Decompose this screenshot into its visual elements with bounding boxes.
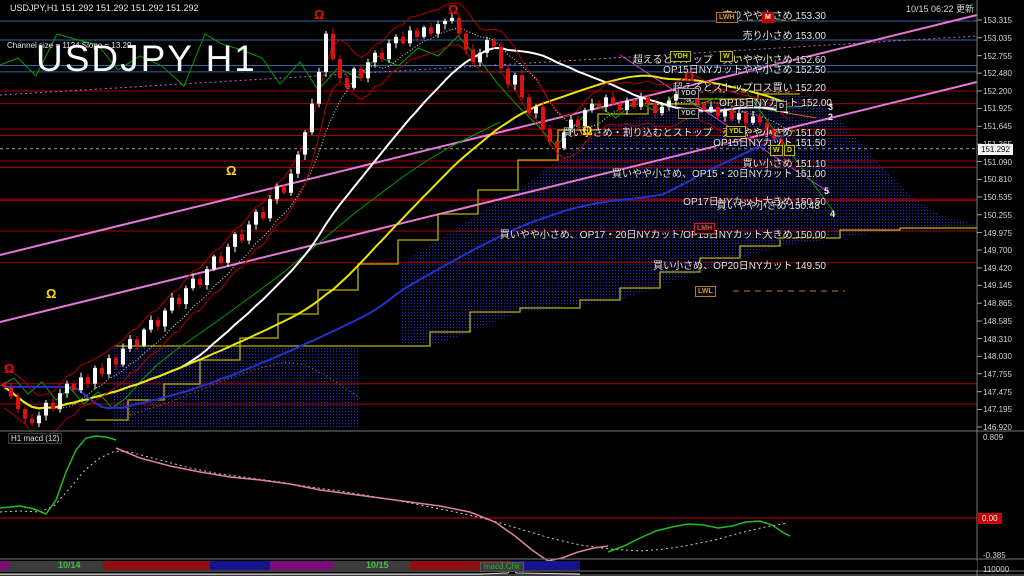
level-annotation: 買いやや小さめ、OP15・20日NYカット 151.00 xyxy=(612,165,826,180)
macd-scale-bottom: -0.385 xyxy=(983,551,1006,560)
price-tick-label: 148.585 xyxy=(983,317,1012,326)
price-tick-label: 150.255 xyxy=(983,211,1012,220)
price-tick-label: 152.480 xyxy=(983,69,1012,78)
price-tick-label: 151.090 xyxy=(983,158,1012,167)
chart-surface[interactable] xyxy=(0,0,1024,576)
omega-signal-icon: Ω xyxy=(314,8,324,21)
macd-chk-button[interactable]: macd.Chk xyxy=(480,562,524,572)
level-annotation: 買い小さめ、OP20日NYカット 149.50 xyxy=(653,257,826,272)
price-tick-label: 148.865 xyxy=(983,299,1012,308)
price-tick-label: 152.200 xyxy=(983,87,1012,96)
wave-count-label: 5 xyxy=(824,186,829,196)
omega-signal-icon: Ω xyxy=(46,287,56,300)
ichimoku-cloud-layer xyxy=(114,94,977,428)
wave-count-label: 4 xyxy=(830,209,835,219)
level-annotation: 売り小さめ 153.00 xyxy=(743,27,826,42)
price-tick-label: 152.755 xyxy=(983,52,1012,61)
level-badge-ydc: YDC xyxy=(678,108,699,119)
price-tick-label: 149.700 xyxy=(983,246,1012,255)
price-tick-label: 150.535 xyxy=(983,193,1012,202)
price-tick-label: 147.195 xyxy=(983,405,1012,414)
level-badge-ydl: YDL xyxy=(726,126,746,137)
price-tick-label: 149.420 xyxy=(983,264,1012,273)
timeline-session-segment xyxy=(0,561,9,570)
price-tick-label: 148.310 xyxy=(983,335,1012,344)
omega-signal-icon: Ω xyxy=(448,3,458,16)
level-annotation: 買いやや小さめ 150.48 xyxy=(717,197,820,212)
price-tick-label: 151.645 xyxy=(983,122,1012,131)
macd-zero-box: 0.00 xyxy=(978,513,1002,524)
price-tick-label: 151.925 xyxy=(983,104,1012,113)
timeline-date-label: 10/14 xyxy=(58,560,81,570)
level-badge-lmh: LMH xyxy=(694,223,715,234)
symbol-ohlc-info: USDJPY,H1 151.292 151.292 151.292 151.29… xyxy=(10,3,199,13)
level-badge-lwh: LWH xyxy=(716,12,738,23)
wave-count-label: 2 xyxy=(828,112,833,122)
macd-layer xyxy=(0,436,977,561)
price-tick-label: 147.475 xyxy=(983,388,1012,397)
updated-timestamp: 10/15 06:22 更新 xyxy=(906,2,974,15)
macd-scale-top: 0.809 xyxy=(983,433,1003,442)
price-tick-label: 149.975 xyxy=(983,229,1012,238)
level-badge-ydh: YDH xyxy=(670,51,691,62)
timeline-date-label: 10/15 xyxy=(366,560,389,570)
omega-signal-icon: Ω xyxy=(582,124,592,137)
macd-indicator-label: H1 macd (12) xyxy=(8,433,62,444)
timeline-session-segment xyxy=(270,561,333,570)
timeline-session-segment xyxy=(9,561,103,570)
price-tick-label: 147.755 xyxy=(983,370,1012,379)
timeline-session-segment xyxy=(103,561,210,570)
level-badge-ydo: YDO xyxy=(678,88,699,99)
wave-count-label: 3 xyxy=(828,102,833,112)
omega-signal-icon: Ω xyxy=(4,362,14,375)
level-annotation: 売りやや小さめ 153.30 xyxy=(723,7,826,22)
timeline-session-segment xyxy=(580,561,977,570)
level-badge-w: W xyxy=(770,145,783,156)
omega-signal-icon: Ω xyxy=(684,70,694,83)
level-badge-d: D xyxy=(784,145,795,156)
price-tick-label: 148.030 xyxy=(983,352,1012,361)
volume-scale-max: 110000 xyxy=(983,565,1009,574)
price-tick-label: 149.145 xyxy=(983,281,1012,290)
price-tick-label: 150.810 xyxy=(983,175,1012,184)
timeline-session-segment xyxy=(210,561,270,570)
omega-signal-icon: Ω xyxy=(226,164,236,177)
price-scale[interactable]: 151.292 153.315153.035152.755152.480152.… xyxy=(978,0,1024,576)
chart-window: USDJPY,H1 151.292 151.292 151.292 151.29… xyxy=(0,0,1024,576)
level-badge-d: D xyxy=(776,101,787,112)
level-badge-lwl: LWL xyxy=(695,286,716,297)
level-badge-m: M xyxy=(762,12,774,23)
price-tick-label: 153.035 xyxy=(983,34,1012,43)
price-tick-label: 146.920 xyxy=(983,423,1012,432)
price-tick-label: 153.315 xyxy=(983,16,1012,25)
level-annotation: 買いやや小さめ、OP17・20日NYカット/OP15日NYカット大きめ 150.… xyxy=(500,226,826,241)
symbol-watermark: USDJPY H1 xyxy=(36,38,257,80)
level-badge-w: W xyxy=(720,51,733,62)
price-tick-label: 151.365 xyxy=(983,140,1012,149)
